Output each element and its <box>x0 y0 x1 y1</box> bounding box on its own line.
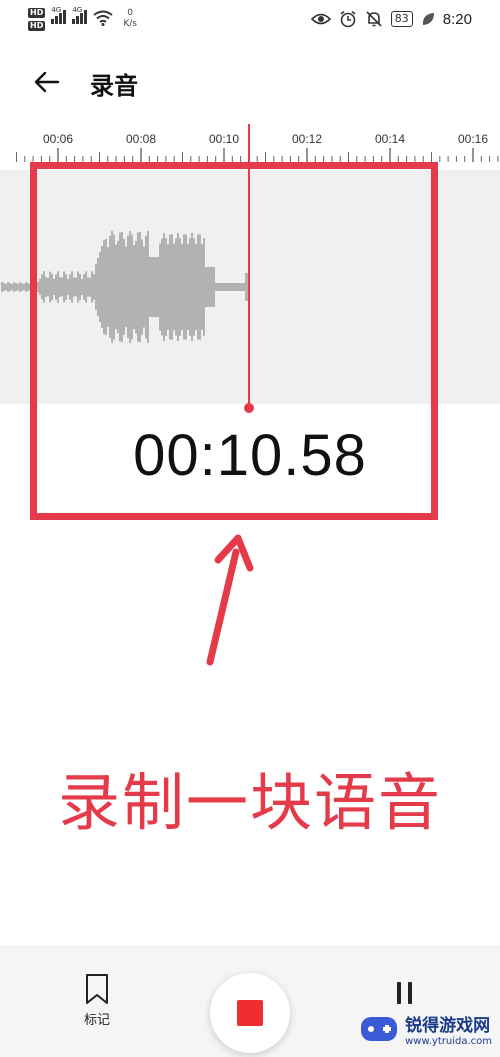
pause-icon <box>407 982 412 1004</box>
annotation-caption: 录制一块语音 <box>57 766 442 839</box>
hd-indicators: HD HD <box>28 8 46 31</box>
network-speed: 0 K/s <box>123 8 137 30</box>
battery-level: 83 <box>390 11 413 27</box>
status-right-group: 83 8:20 <box>310 10 472 28</box>
hd-badge: HD <box>28 8 46 18</box>
power-saving-leaf-icon <box>422 13 434 25</box>
watermark-logo-icon <box>361 1017 398 1041</box>
mark-button[interactable]: 标记 <box>72 973 122 1033</box>
network-type-label: 4G <box>51 6 62 14</box>
eye-comfort-icon <box>310 13 331 25</box>
alarm-icon <box>340 10 356 28</box>
speed-value: 0 <box>127 8 134 18</box>
status-bar: HD HD 4G 4G 0 K/s 83 8:20 <box>0 0 500 44</box>
watermark-url: www.ytruida.com <box>405 1036 492 1047</box>
pause-icon <box>396 982 401 1004</box>
stop-record-button[interactable] <box>210 973 290 1053</box>
status-left-group: HD HD 4G 4G 0 K/s <box>28 6 137 31</box>
network-type-label: 4G <box>72 6 83 14</box>
pause-button[interactable] <box>386 975 422 1011</box>
bookmark-icon <box>86 974 108 1004</box>
app-header: 录音 <box>0 56 500 108</box>
stop-icon <box>237 1000 263 1026</box>
back-button[interactable] <box>28 66 64 98</box>
hd-badge: HD <box>28 21 46 31</box>
wifi-icon <box>93 10 113 26</box>
page-title: 录音 <box>90 72 138 100</box>
signal-icon: 4G <box>51 6 67 24</box>
site-watermark: 锐得游戏网 www.ytruida.com <box>359 1011 492 1047</box>
annotation-arrow-icon <box>206 534 254 666</box>
watermark-name: 锐得游戏网 <box>405 1016 491 1036</box>
signal-icon: 4G <box>72 6 88 24</box>
annotation-highlight-box <box>30 162 438 520</box>
status-time: 8:20 <box>442 10 472 28</box>
watermark-text: 锐得游戏网 www.ytruida.com <box>405 1011 492 1047</box>
arrow-left-icon <box>34 71 60 93</box>
mark-label: 标记 <box>83 1013 110 1028</box>
mute-bell-icon <box>366 11 382 27</box>
speed-unit: K/s <box>123 19 137 29</box>
